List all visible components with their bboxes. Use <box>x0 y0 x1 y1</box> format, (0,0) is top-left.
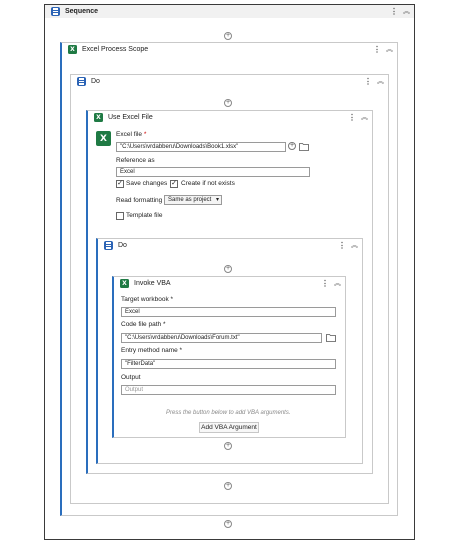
do-outer-title: Do <box>91 78 100 85</box>
template-file-checkbox[interactable] <box>116 212 124 220</box>
save-changes-label: Save changes <box>126 180 168 187</box>
add-activity-plus-icon[interactable]: + <box>224 520 232 528</box>
required-marker: * <box>162 321 166 328</box>
collapse-icon[interactable]: ︽ <box>403 7 410 16</box>
invoke-vba-header[interactable]: X Invoke VBA ⋮ ︽ <box>114 277 345 290</box>
collapse-icon[interactable]: ︽ <box>361 113 368 122</box>
entry-method-label: Entry method name * <box>121 347 183 354</box>
add-activity-plus-icon[interactable]: + <box>224 99 232 107</box>
collapse-icon[interactable]: ︽ <box>377 77 384 86</box>
do-inner-title: Do <box>118 242 127 249</box>
vba-arguments-hint: Press the button below to add VBA argume… <box>166 410 291 416</box>
read-formatting-select[interactable]: Same as project ▾ <box>164 195 222 205</box>
output-label: Output <box>121 374 141 381</box>
excel-file-input[interactable]: "C:\Users\vrdabberu\Downloads\Book1.xlsx… <box>116 142 286 152</box>
add-vba-argument-button[interactable]: Add VBA Argument <box>199 422 259 433</box>
excel-file-label: Excel file * <box>116 131 147 138</box>
add-activity-plus-icon[interactable]: + <box>224 32 232 40</box>
save-changes-checkbox[interactable]: ✓ <box>116 180 124 188</box>
collapse-icon[interactable]: ︽ <box>334 279 341 288</box>
folder-icon[interactable] <box>326 333 336 342</box>
more-options-icon[interactable]: ⋮ <box>390 7 398 16</box>
sequence-title: Sequence <box>65 8 99 15</box>
read-formatting-label: Read formatting <box>116 197 163 204</box>
add-plus-icon[interactable]: + <box>288 142 296 150</box>
more-options-icon[interactable]: ⋮ <box>373 45 381 54</box>
code-file-path-label: Code file path * <box>121 321 166 328</box>
reference-as-label: Reference as <box>116 157 155 164</box>
sequence-icon <box>77 77 86 86</box>
add-activity-plus-icon[interactable]: + <box>224 482 232 490</box>
excel-icon: X <box>68 45 77 54</box>
target-workbook-input[interactable]: Excel <box>121 307 336 317</box>
sequence-icon <box>104 241 113 250</box>
use-excel-title: Use Excel File <box>108 114 153 121</box>
create-if-not-exists-checkbox[interactable]: ✓ <box>170 180 178 188</box>
excel-icon: X <box>94 113 103 122</box>
excel-icon: X <box>120 279 129 288</box>
sequence-header[interactable]: Sequence ⋮ ︽ <box>45 5 414 18</box>
chevron-down-icon: ▾ <box>215 197 219 203</box>
process-scope-title: Excel Process Scope <box>82 46 149 53</box>
more-options-icon[interactable]: ⋮ <box>364 77 372 86</box>
output-input[interactable]: Output <box>121 385 336 395</box>
collapse-icon[interactable]: ︽ <box>386 45 393 54</box>
collapse-icon[interactable]: ︽ <box>351 241 358 250</box>
do-inner-header[interactable]: Do ⋮ ︽ <box>98 239 362 252</box>
process-scope-header[interactable]: X Excel Process Scope ⋮ ︽ <box>62 43 397 56</box>
use-excel-header[interactable]: X Use Excel File ⋮ ︽ <box>88 111 372 124</box>
invoke-vba-title: Invoke VBA <box>134 280 171 287</box>
more-options-icon[interactable]: ⋮ <box>321 279 329 288</box>
create-if-not-exists-label: Create if not exists <box>181 180 235 187</box>
reference-as-input[interactable]: Excel <box>116 167 310 177</box>
required-marker: * <box>179 347 183 354</box>
read-formatting-value: Same as project <box>168 197 212 203</box>
more-options-icon[interactable]: ⋮ <box>348 113 356 122</box>
sequence-icon <box>51 7 60 16</box>
excel-large-icon: X <box>96 131 111 146</box>
more-options-icon[interactable]: ⋮ <box>338 241 346 250</box>
template-file-label: Template file <box>126 212 163 219</box>
do-outer-header[interactable]: Do ⋮ ︽ <box>71 75 388 88</box>
add-activity-plus-icon[interactable]: + <box>224 442 232 450</box>
add-activity-plus-icon[interactable]: + <box>224 265 232 273</box>
entry-method-input[interactable]: "FilterData" <box>121 359 336 369</box>
required-marker: * <box>143 131 147 138</box>
target-workbook-label: Target workbook * <box>121 296 174 303</box>
code-file-path-input[interactable]: "C:\Users\vrdabberu\Downloads\Forum.txt" <box>121 333 322 343</box>
required-marker: * <box>170 296 174 303</box>
folder-icon[interactable] <box>299 142 309 151</box>
